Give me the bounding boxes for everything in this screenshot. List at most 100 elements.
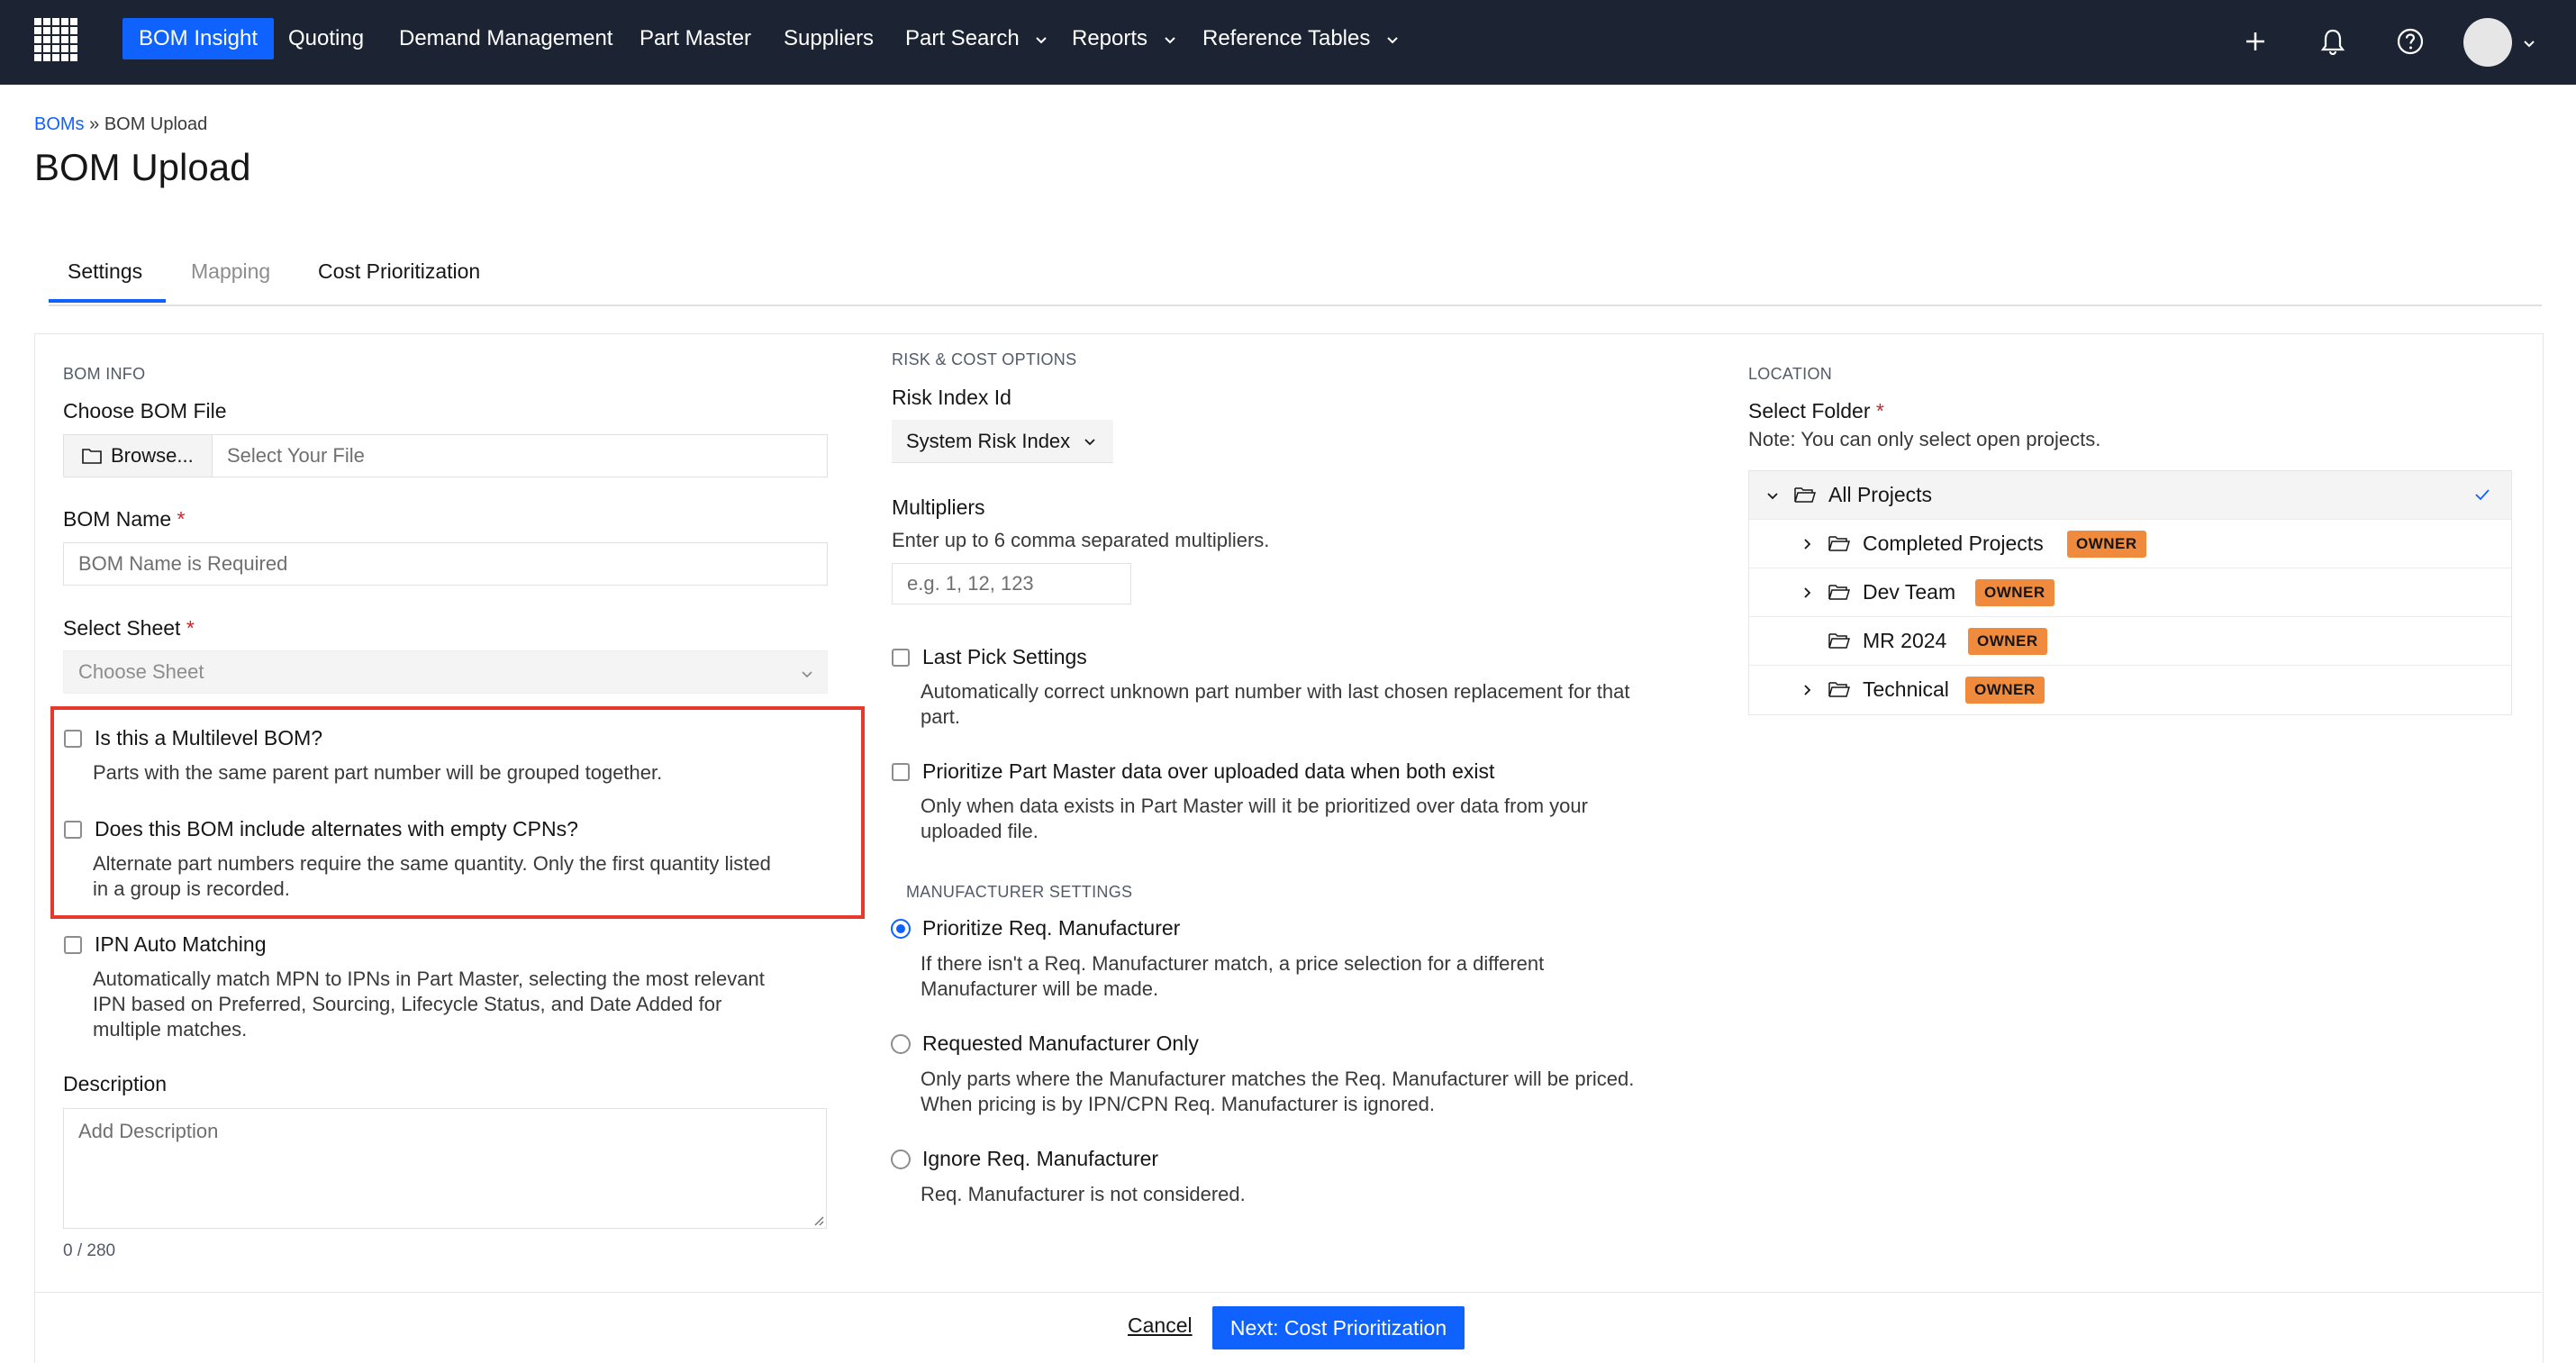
nav-item-reference-tables[interactable]: Reference Tables bbox=[1202, 18, 1400, 59]
bom-file-input[interactable]: Select Your File bbox=[212, 434, 828, 477]
requested-manufacturer-only-help-line-1: Only parts where the Manufacturer matche… bbox=[921, 1068, 1635, 1090]
browse-button[interactable]: Browse... bbox=[63, 434, 213, 477]
last-pick-checkbox[interactable] bbox=[892, 649, 910, 667]
multilevel-bom-checkbox[interactable] bbox=[64, 730, 82, 748]
prioritize-req-manufacturer-label: Prioritize Req. Manufacturer bbox=[922, 916, 1181, 940]
tab-cost-prioritization[interactable]: Cost Prioritization bbox=[318, 259, 480, 284]
resize-handle-icon[interactable] bbox=[812, 1213, 824, 1226]
chevron-right-icon[interactable] bbox=[1800, 683, 1814, 697]
folder-name: Technical bbox=[1863, 677, 1949, 701]
ipn-auto-matching-checkbox[interactable] bbox=[64, 936, 82, 954]
folder-tree: All Projects Completed Projects OWNER De… bbox=[1748, 470, 2512, 715]
chevron-right-icon[interactable] bbox=[1800, 586, 1814, 600]
next-cost-prioritization-button[interactable]: Next: Cost Prioritization bbox=[1212, 1306, 1465, 1349]
folder-name: All Projects bbox=[1828, 483, 1933, 506]
nav-item-reports-label: Reports bbox=[1072, 26, 1148, 50]
description-label: Description bbox=[63, 1072, 168, 1095]
owner-badge: OWNER bbox=[1965, 677, 2045, 704]
requested-manufacturer-only-radio[interactable] bbox=[891, 1034, 911, 1054]
last-pick-label: Last Pick Settings bbox=[922, 645, 1087, 668]
risk-index-value: System Risk Index bbox=[906, 429, 1071, 452]
multilevel-bom-help: Parts with the same parent part number w… bbox=[93, 761, 663, 784]
folder-row-mr-2024[interactable]: MR 2024 OWNER bbox=[1749, 617, 2511, 666]
prioritize-help-line-1: Only when data exists in Part Master wil… bbox=[921, 795, 1588, 817]
ignore-req-manufacturer-radio[interactable] bbox=[891, 1149, 911, 1169]
multipliers-label: Multipliers bbox=[892, 495, 985, 519]
prioritize-part-master-checkbox[interactable] bbox=[892, 763, 910, 781]
select-folder-note: Note: You can only select open projects. bbox=[1748, 428, 2101, 450]
folder-name: Dev Team bbox=[1863, 580, 1956, 604]
nav-item-bom-insight[interactable]: BOM Insight bbox=[122, 18, 275, 59]
grid-logo-icon[interactable] bbox=[32, 16, 81, 65]
help-icon[interactable] bbox=[2392, 23, 2428, 59]
folder-row-completed-projects[interactable]: Completed Projects OWNER bbox=[1749, 520, 2511, 568]
select-folder-label-text: Select Folder bbox=[1748, 399, 1871, 423]
owner-badge: OWNER bbox=[2067, 531, 2146, 558]
chevron-right-icon[interactable] bbox=[1800, 537, 1814, 551]
risk-index-label: Risk Index Id bbox=[892, 386, 1011, 409]
folder-row-all-projects[interactable]: All Projects bbox=[1749, 471, 2511, 520]
multipliers-input[interactable]: e.g. 1, 12, 123 bbox=[892, 563, 1131, 604]
required-marker: * bbox=[1875, 399, 1884, 423]
breadcrumb-current: BOM Upload bbox=[104, 114, 208, 134]
breadcrumb-link-boms[interactable]: BOMs bbox=[34, 114, 85, 134]
owner-badge: OWNER bbox=[1975, 579, 2054, 606]
chevron-down-icon bbox=[1036, 36, 1048, 44]
folder-name: Completed Projects bbox=[1863, 532, 2044, 555]
avatar[interactable] bbox=[2463, 18, 2512, 67]
bom-name-label-text: BOM Name bbox=[63, 507, 172, 531]
description-counter: 0 / 280 bbox=[63, 1241, 116, 1260]
nav-item-quoting[interactable]: Quoting bbox=[288, 18, 364, 59]
chevron-down-icon bbox=[802, 671, 812, 678]
owner-badge: OWNER bbox=[1968, 628, 2047, 655]
bom-info-section-label: BOM INFO bbox=[63, 365, 146, 383]
folder-row-technical[interactable]: Technical OWNER bbox=[1749, 666, 2511, 714]
select-folder-label: Select Folder * bbox=[1748, 399, 1884, 423]
folder-row-dev-team[interactable]: Dev Team OWNER bbox=[1749, 568, 2511, 617]
requested-manufacturer-only-help-line-2: When pricing is by IPN/CPN Req. Manufact… bbox=[921, 1093, 1436, 1115]
top-nav: BOM Insight Quoting Demand Management Pa… bbox=[0, 0, 2576, 85]
nav-item-suppliers[interactable]: Suppliers bbox=[784, 18, 874, 59]
risk-index-select[interactable]: System Risk Index bbox=[892, 420, 1113, 463]
nav-item-reports[interactable]: Reports bbox=[1072, 18, 1177, 59]
nav-item-reference-tables-label: Reference Tables bbox=[1202, 26, 1371, 50]
alternates-help-line-2: in a group is recorded. bbox=[93, 877, 290, 900]
prioritize-req-manufacturer-help-line-1: If there isn't a Req. Manufacturer match… bbox=[921, 952, 1545, 975]
cancel-button[interactable]: Cancel bbox=[1128, 1313, 1193, 1338]
breadcrumb: BOMs » BOM Upload bbox=[34, 114, 207, 135]
location-section-label: LOCATION bbox=[1748, 365, 1833, 383]
requested-manufacturer-only-label: Requested Manufacturer Only bbox=[922, 1031, 1199, 1055]
chevron-down-icon[interactable] bbox=[2520, 34, 2538, 52]
ignore-req-manufacturer-help: Req. Manufacturer is not considered. bbox=[921, 1183, 1246, 1205]
select-sheet-placeholder: Choose Sheet bbox=[78, 660, 204, 683]
ipn-auto-matching-label: IPN Auto Matching bbox=[95, 932, 267, 956]
plus-icon[interactable] bbox=[2237, 23, 2273, 59]
folder-open-icon bbox=[1828, 585, 1850, 600]
nav-item-part-search-label: Part Search bbox=[905, 26, 1020, 50]
description-textarea[interactable]: Add Description bbox=[63, 1108, 827, 1229]
tab-settings[interactable]: Settings bbox=[68, 259, 142, 284]
required-marker: * bbox=[186, 616, 195, 640]
chevron-down-icon[interactable] bbox=[1765, 488, 1780, 503]
multilevel-bom-label: Is this a Multilevel BOM? bbox=[95, 726, 323, 750]
page-title: BOM Upload bbox=[34, 146, 251, 188]
ipn-help-line-3: multiple matches. bbox=[93, 1018, 248, 1040]
chevron-down-icon bbox=[1084, 438, 1095, 445]
nav-item-part-master[interactable]: Part Master bbox=[639, 18, 751, 59]
multipliers-help: Enter up to 6 comma separated multiplier… bbox=[892, 529, 1270, 551]
nav-item-demand-management[interactable]: Demand Management bbox=[399, 18, 612, 59]
folder-open-icon bbox=[1828, 633, 1850, 649]
prioritize-part-master-label: Prioritize Part Master data over uploade… bbox=[922, 759, 1495, 783]
folder-open-icon bbox=[1794, 487, 1816, 503]
last-pick-help-line-2: part. bbox=[921, 705, 961, 728]
select-sheet-label-text: Select Sheet bbox=[63, 616, 181, 640]
checkmark-icon bbox=[2475, 489, 2490, 501]
alternates-checkbox[interactable] bbox=[64, 821, 82, 839]
bell-icon[interactable] bbox=[2315, 23, 2351, 59]
nav-item-part-search[interactable]: Part Search bbox=[905, 18, 1048, 59]
required-marker: * bbox=[177, 507, 186, 531]
folder-open-icon bbox=[1828, 682, 1850, 697]
manufacturer-settings-section-label: MANUFACTURER SETTINGS bbox=[906, 883, 1133, 901]
bom-name-input[interactable]: BOM Name is Required bbox=[63, 542, 828, 586]
prioritize-req-manufacturer-radio[interactable] bbox=[891, 919, 911, 939]
